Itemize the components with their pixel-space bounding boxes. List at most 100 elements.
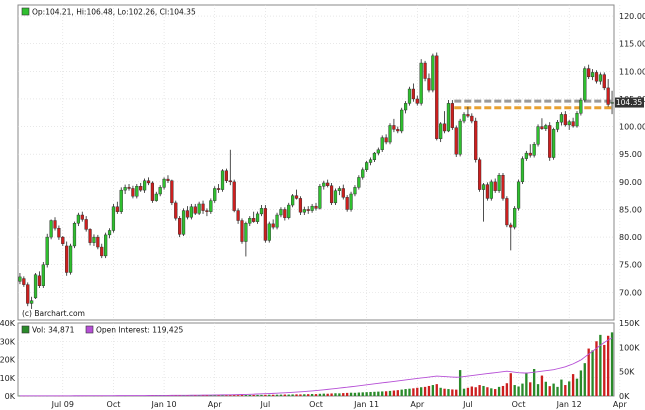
volume-bar [509,373,512,396]
candle-body [590,72,595,78]
volume-bar [513,385,516,396]
volume-legend-swatch [21,325,30,334]
candle-body [450,103,454,128]
volume-bar [552,383,555,396]
candle-body [193,206,197,214]
candle-body [224,170,229,181]
volume-left-tick-label: 20K [0,356,16,365]
candle-body [567,121,571,126]
candle-body [392,125,396,130]
volume-bar [275,394,279,396]
x-tick-label: Jul 09 [51,400,74,409]
futures-chart: 70.0075.0080.0085.0090.0095.00100.00105.… [0,4,645,409]
candle-body [497,175,501,191]
volume-bar [369,391,372,396]
volume-bar [525,372,528,396]
candle-body [544,125,548,129]
candle-body [361,169,365,178]
candle-body [178,218,182,235]
candle-body [92,236,96,243]
candle-body [388,125,392,143]
candle-body [513,208,517,228]
candle-body [49,220,53,238]
volume-bar [233,395,236,396]
candle-body [501,175,505,199]
x-tick-label: Jan 10 [151,400,177,409]
volume-bar [536,384,540,396]
volume-bar [303,394,306,396]
candle-body [53,220,57,229]
candle-body [341,188,345,198]
price-y-tick-label: 85.00 [619,205,642,214]
volume-bar [599,334,602,396]
candle-body [489,181,493,199]
candle-body [291,195,295,206]
candle-body [357,177,361,188]
volume-bar [279,394,283,396]
volume-bar [529,382,532,396]
volume-bar [295,394,298,396]
price-y-tick-label: 115.00 [619,40,645,49]
volume-bar [575,378,579,396]
candle-body [65,245,69,273]
candle-body [435,55,439,139]
candle-body [493,181,497,191]
candle-body [407,88,412,104]
volume-bar [540,375,544,396]
price-y-tick-label: 110.00 [619,67,645,76]
candle-body [248,218,252,224]
volume-bar [373,391,376,396]
volume-bar [334,393,337,396]
volume-bar [423,386,427,396]
volume-bar [591,350,594,396]
price-y-tick-label: 90.00 [619,178,642,187]
volume-bar [431,385,435,396]
volume-bar [497,386,501,396]
candle-body [174,202,178,219]
volume-bar [521,383,524,396]
candle-body [68,245,73,273]
candle-body [548,125,552,158]
candle-body [209,200,213,212]
candle-body [104,234,108,257]
volume-bar [474,387,477,396]
candle-body [509,224,513,228]
candle-body [610,102,614,104]
candle-body [458,120,462,155]
candle-body [76,214,80,224]
candle-body [33,274,38,299]
candle-body [252,218,256,222]
candle-body [181,210,186,235]
x-tick-label: Oct [107,400,121,409]
volume-bar [236,395,240,396]
volume-bar [271,394,275,396]
candle-body [45,236,49,265]
candle-body [127,187,131,189]
candle-body [154,193,158,201]
candle-body [41,264,45,286]
candle-body [528,152,532,156]
volume-bar [556,386,559,396]
candle-body [353,187,357,195]
volume-bar [470,386,473,396]
volume-bar [400,389,403,396]
candle-body [345,197,349,210]
volume-bar [318,393,322,396]
volume-bar [408,388,411,396]
price-y-tick-label: 70.00 [619,288,642,297]
candle-body [131,188,135,197]
candle-body [326,182,330,186]
volume-bar [260,394,263,396]
volume-bar [548,386,551,396]
candle-body [205,210,209,212]
volume-bar [244,395,248,396]
volume-bar [361,392,364,396]
volume-bar [427,385,431,396]
candle-body [294,195,299,199]
last-price-marker: 104.35 [615,97,644,108]
x-tick-label: Apr [208,400,223,409]
candle-body [228,180,232,183]
candle-body [150,182,154,201]
volume-bar [458,370,462,396]
candle-body [540,126,544,129]
